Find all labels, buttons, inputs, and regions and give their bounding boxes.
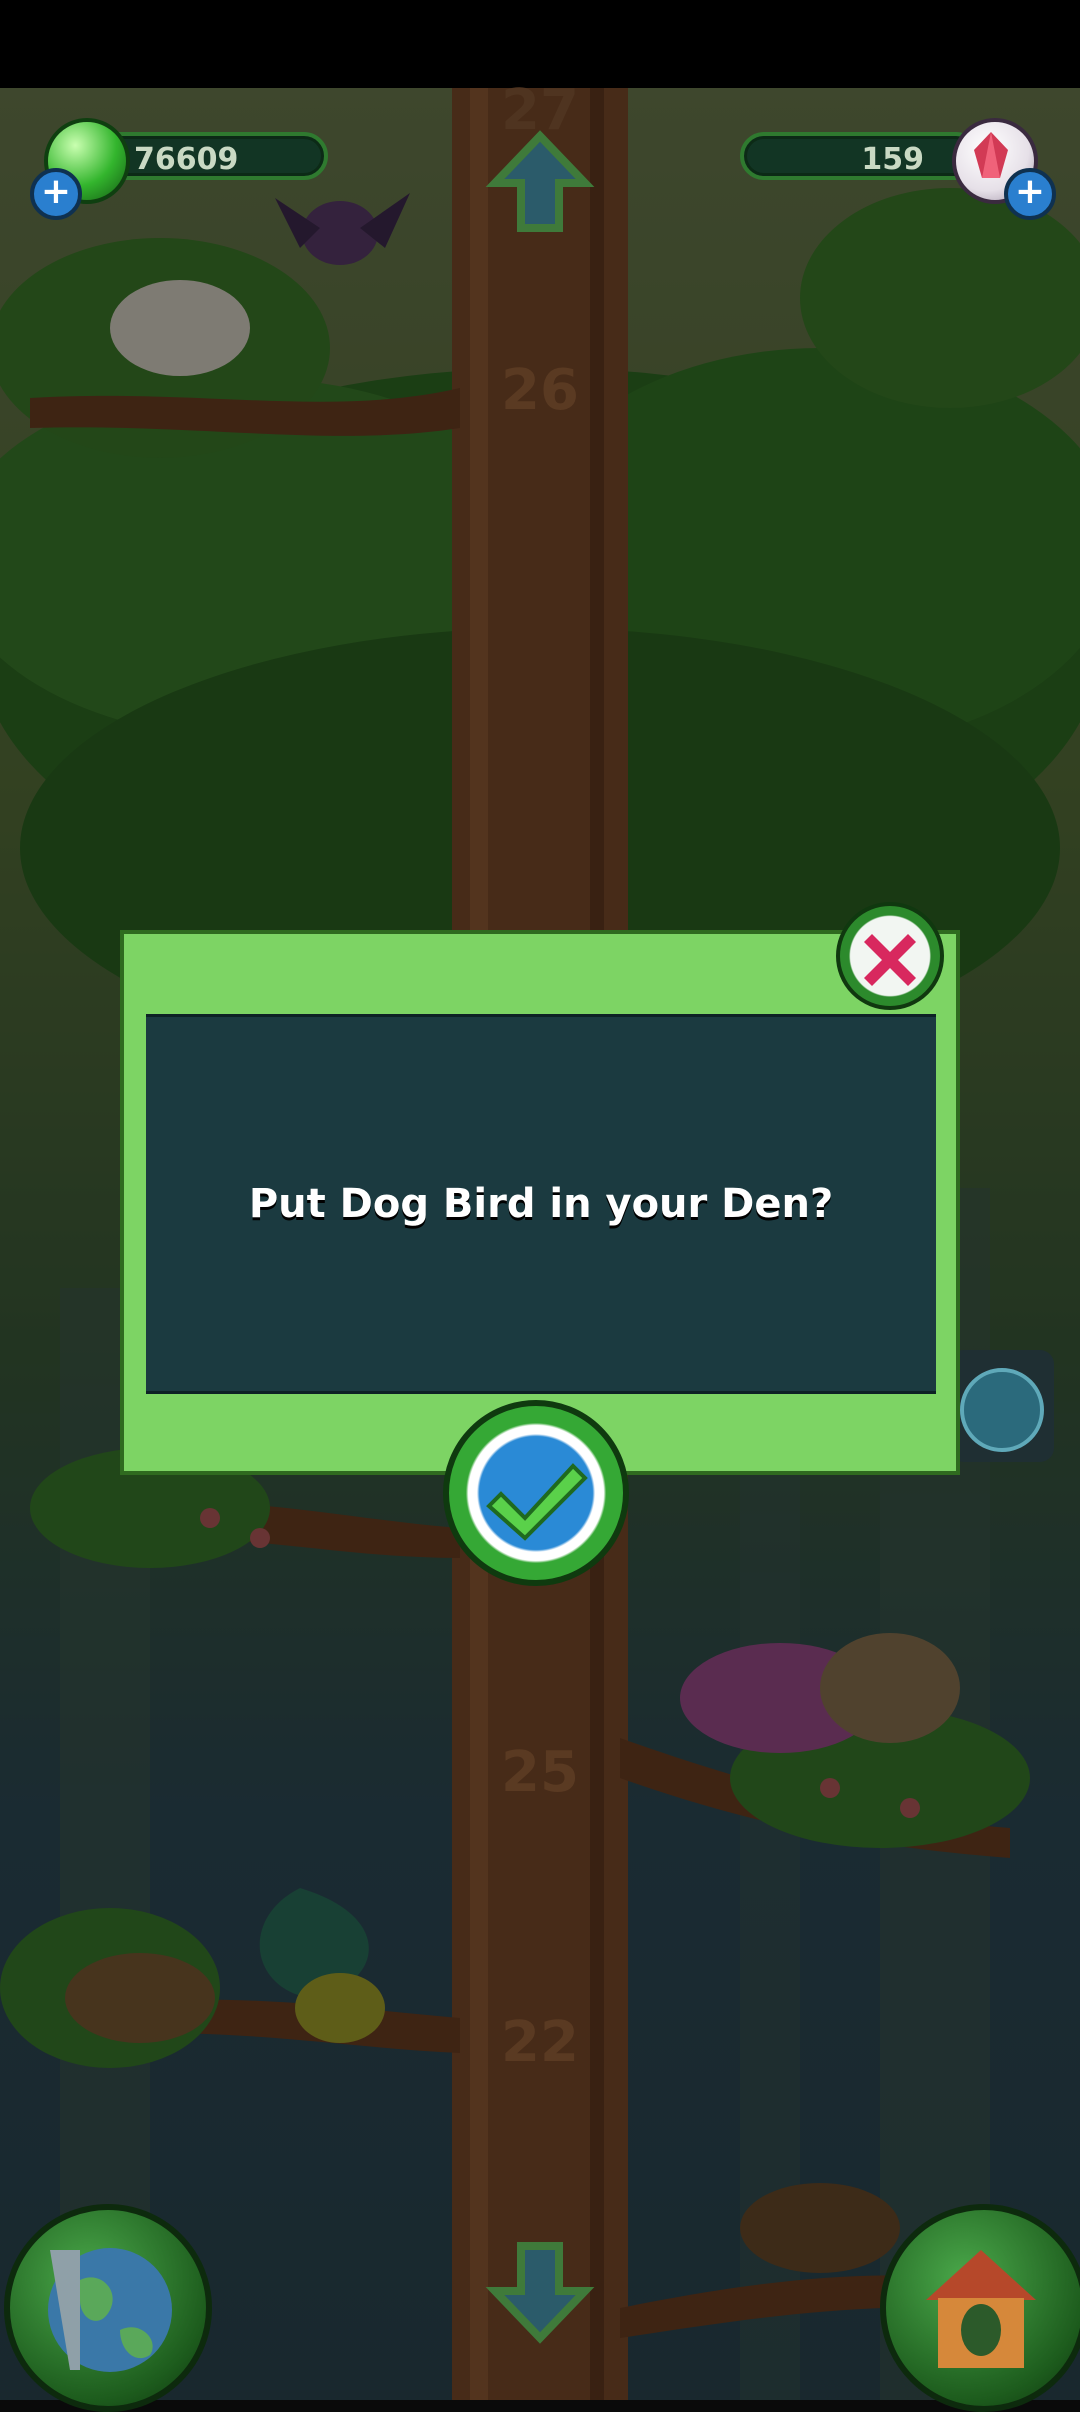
den-button[interactable]: [880, 2204, 1080, 2412]
status-bar: [0, 0, 1080, 88]
level-marker-25: 25: [501, 1740, 579, 1805]
confirm-dialog: Put Dog Bird in your Den?: [120, 930, 960, 1475]
den-house-icon: [926, 2250, 1036, 2368]
up-arrow-icon: [485, 130, 595, 232]
level-marker-26: 26: [501, 358, 579, 423]
close-button[interactable]: [836, 902, 944, 1010]
level-marker-22: 22: [501, 2010, 579, 2075]
den-icon: [960, 1368, 1044, 1452]
close-x-icon: [864, 934, 916, 986]
checkmark-icon: [486, 1463, 588, 1541]
side-den-button[interactable]: [950, 1350, 1054, 1462]
add-gems-button[interactable]: +: [1004, 168, 1056, 220]
globe-icon: [48, 2248, 172, 2372]
down-arrow-button[interactable]: [485, 2236, 595, 2346]
gem-counter: 159: [740, 132, 980, 180]
confirm-button[interactable]: [443, 1400, 629, 1586]
dialog-body: Put Dog Bird in your Den?: [146, 1014, 936, 1394]
add-coins-button[interactable]: +: [30, 168, 82, 220]
coin-value: 76609: [134, 142, 239, 177]
gem-value: 159: [861, 142, 924, 177]
plus-icon: +: [40, 171, 72, 212]
up-arrow-button[interactable]: [485, 128, 595, 238]
down-arrow-icon: [485, 2242, 595, 2344]
world-map-button[interactable]: [4, 2204, 212, 2412]
dialog-message: Put Dog Bird in your Den?: [248, 1181, 834, 1227]
plus-icon: +: [1014, 171, 1046, 212]
